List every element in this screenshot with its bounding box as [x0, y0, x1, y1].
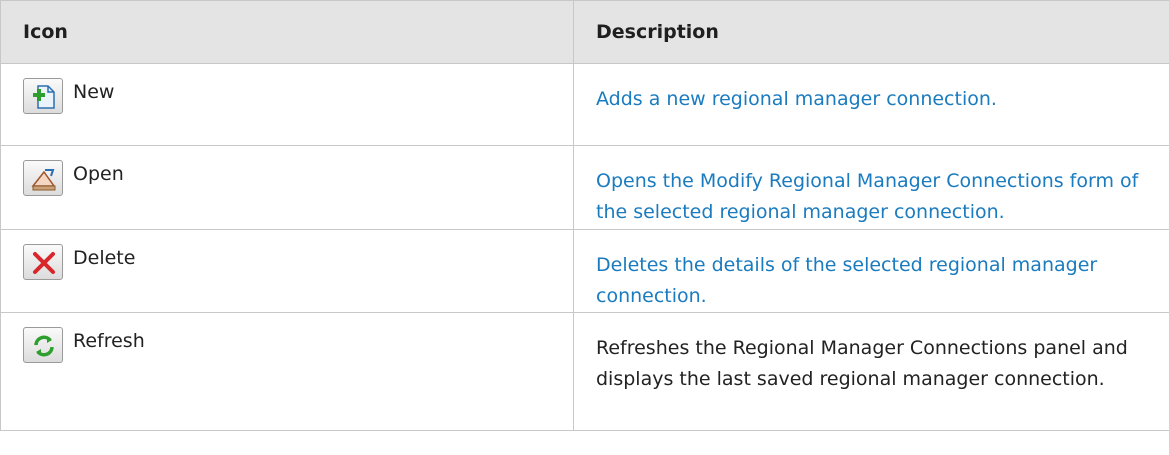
icon-reference-table: Icon Description New Adds a new regional… [0, 0, 1169, 431]
new-description: Adds a new regional manager connection. [573, 63, 1169, 146]
open-icon[interactable] [23, 160, 63, 196]
delete-description: Deletes the details of the selected regi… [573, 229, 1169, 313]
delete-icon[interactable] [23, 244, 63, 280]
column-header-icon: Icon [0, 0, 574, 64]
open-label: Open [73, 163, 124, 185]
refresh-description: Refreshes the Regional Manager Connectio… [573, 312, 1169, 431]
open-description: Opens the Modify Regional Manager Connec… [573, 145, 1169, 230]
new-icon[interactable] [23, 78, 63, 114]
table-row: Open Opens the Modify Regional Manager C… [0, 145, 1169, 230]
icon-cell: Open [0, 145, 574, 230]
table-row: Delete Deletes the details of the select… [0, 229, 1169, 313]
icon-cell: Refresh [0, 312, 574, 431]
table-row: Refresh Refreshes the Regional Manager C… [0, 312, 1169, 431]
icon-cell: New [0, 63, 574, 146]
table-row: New Adds a new regional manager connecti… [0, 63, 1169, 146]
column-header-description: Description [573, 0, 1169, 64]
icon-cell: Delete [0, 229, 574, 313]
table-header-row: Icon Description [0, 0, 1169, 64]
new-label: New [73, 81, 115, 103]
delete-label: Delete [73, 247, 136, 269]
refresh-label: Refresh [73, 330, 145, 352]
refresh-icon[interactable] [23, 327, 63, 363]
